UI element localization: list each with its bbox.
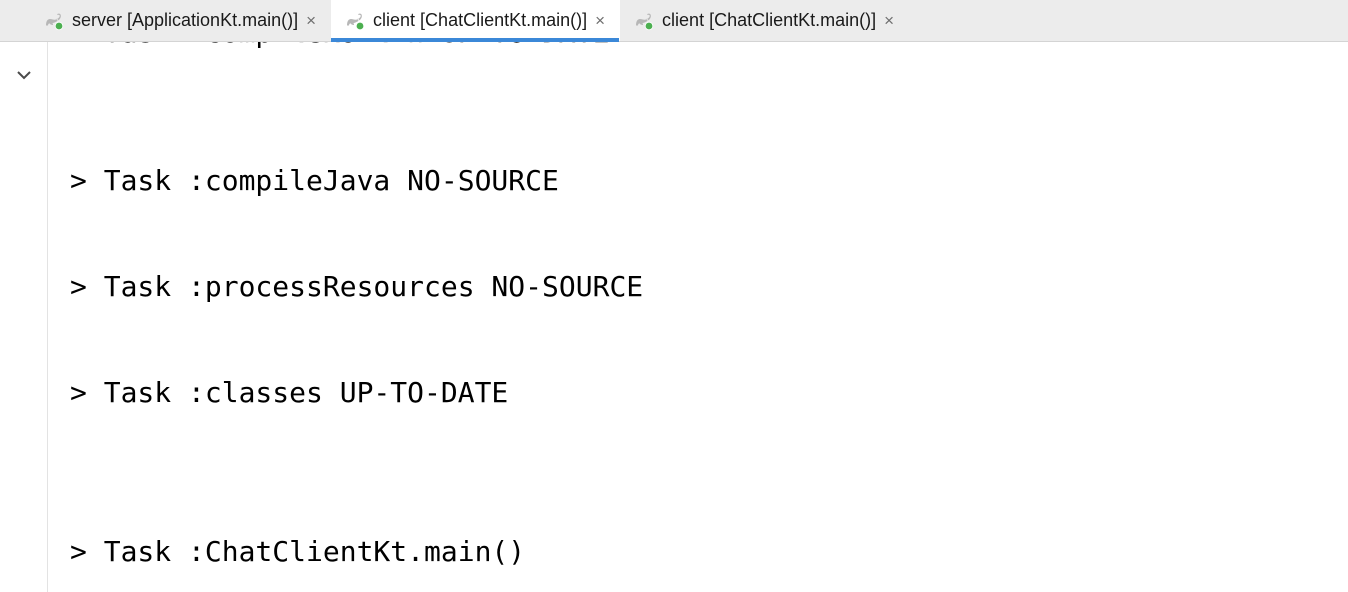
tab-label: server [ApplicationKt.main()] (72, 10, 298, 31)
close-icon[interactable]: × (595, 12, 605, 29)
run-tabbar: server [ApplicationKt.main()] × client [… (0, 0, 1348, 42)
gradle-icon (634, 11, 654, 31)
console-line: > Task :ChatClientKt.main() (70, 525, 1348, 578)
close-icon[interactable]: × (884, 12, 894, 29)
console-panel: > Task :compileKotlin UP-TO-DATE > Task … (0, 42, 1348, 592)
console-line: > Task :compileJava NO-SOURCE (70, 154, 1348, 207)
console-output[interactable]: > Task :compileKotlin UP-TO-DATE > Task … (48, 42, 1348, 592)
console-line: > Task :processResources NO-SOURCE (70, 260, 1348, 313)
gutter (0, 42, 48, 592)
console-line: > Task :compileKotlin UP-TO-DATE (70, 42, 609, 59)
tab-label: client [ChatClientKt.main()] (662, 10, 876, 31)
chevron-down-icon[interactable] (15, 66, 33, 84)
tab-client-2[interactable]: client [ChatClientKt.main()] × (620, 0, 909, 41)
console-line: > Task :classes UP-TO-DATE (70, 366, 1348, 419)
gradle-icon (44, 11, 64, 31)
tab-client-active[interactable]: client [ChatClientKt.main()] × (331, 0, 620, 41)
tab-label: client [ChatClientKt.main()] (373, 10, 587, 31)
tab-server[interactable]: server [ApplicationKt.main()] × (30, 0, 331, 41)
gradle-icon (345, 11, 365, 31)
close-icon[interactable]: × (306, 12, 316, 29)
